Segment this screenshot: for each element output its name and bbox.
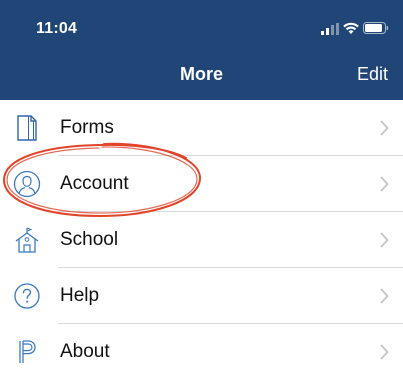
menu-item-school[interactable]: School bbox=[0, 212, 403, 268]
chevron-right-icon bbox=[380, 232, 389, 248]
menu-item-label: About bbox=[60, 341, 110, 362]
battery-icon bbox=[363, 22, 389, 34]
chevron-right-icon bbox=[380, 120, 389, 136]
document-icon bbox=[17, 115, 37, 141]
chevron-right-icon bbox=[380, 288, 389, 304]
chevron-right-icon bbox=[380, 344, 389, 360]
page-title: More bbox=[179, 64, 223, 84]
signal-icon bbox=[321, 23, 339, 35]
status-time: 11:04 bbox=[36, 20, 78, 37]
person-icon bbox=[13, 170, 41, 198]
menu-item-label: School bbox=[60, 229, 119, 250]
menu-item-label: Forms bbox=[60, 117, 114, 138]
p-logo-icon bbox=[19, 340, 36, 363]
menu-item-account[interactable]: Account bbox=[0, 156, 403, 212]
status-bar: 11:04 bbox=[0, 0, 403, 50]
wifi-icon bbox=[343, 22, 359, 34]
menu-item-forms[interactable]: Forms bbox=[0, 100, 403, 156]
menu-item-help[interactable]: Help bbox=[0, 268, 403, 324]
edit-button[interactable]: Edit bbox=[357, 64, 388, 85]
navigation-bar: More Edit bbox=[0, 50, 403, 100]
menu-item-label: Account bbox=[60, 173, 129, 194]
chevron-right-icon bbox=[380, 176, 389, 192]
schoolhouse-icon bbox=[15, 227, 39, 253]
question-icon bbox=[14, 283, 40, 309]
more-menu-list: Forms Account School Help About bbox=[0, 100, 403, 380]
menu-item-label: Help bbox=[60, 285, 100, 306]
menu-item-about[interactable]: About bbox=[0, 324, 403, 380]
